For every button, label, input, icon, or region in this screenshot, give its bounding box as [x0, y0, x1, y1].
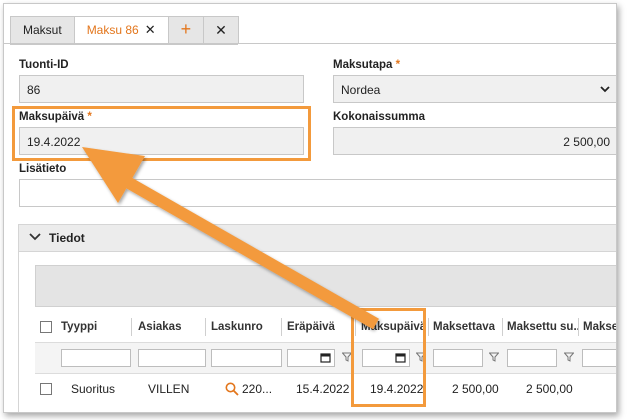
annotation-arrow: [82, 147, 379, 330]
window: Maksut Maksu 86 ✕ + ✕ Tuonti-ID 86 Maksut…: [3, 3, 617, 413]
